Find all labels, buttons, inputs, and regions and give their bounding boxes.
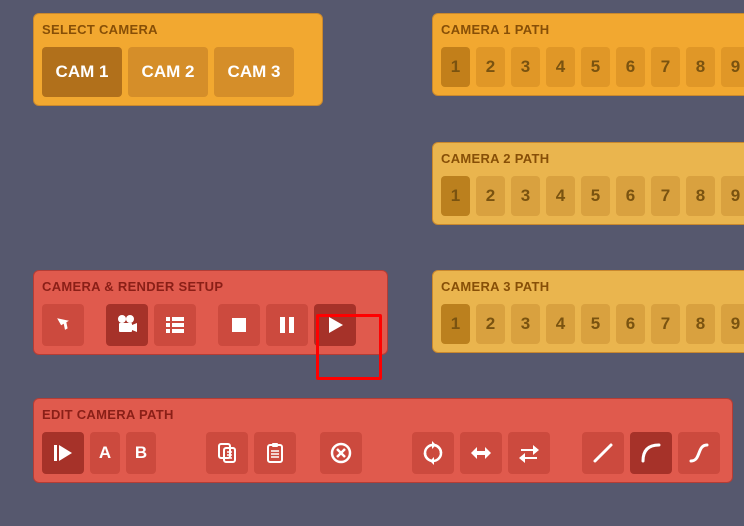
point-a-button[interactable]: A [90, 432, 120, 474]
list-icon [163, 313, 187, 337]
path1-step-3[interactable]: 3 [511, 47, 540, 87]
path2-step-1[interactable]: 1 [441, 176, 470, 216]
camera-button-row: CAM 1 CAM 2 CAM 3 [42, 47, 314, 97]
play-from-icon [51, 441, 75, 465]
s-curve-icon [687, 441, 711, 465]
play-from-button[interactable] [42, 432, 84, 474]
copy-icon [215, 441, 239, 465]
pause-icon [275, 313, 299, 337]
horizontal-move-button[interactable] [460, 432, 502, 474]
copy-button[interactable] [206, 432, 248, 474]
path3-step-8[interactable]: 8 [686, 304, 715, 344]
camera-3-path-panel: CAMERA 3 PATH 1 2 3 4 5 6 7 8 9 [432, 270, 744, 353]
curve-icon [639, 441, 663, 465]
path2-step-7[interactable]: 7 [651, 176, 680, 216]
camera-1-path-title: CAMERA 1 PATH [441, 22, 744, 37]
camera-1-path-row: 1 2 3 4 5 6 7 8 9 [441, 47, 744, 87]
close-circle-icon [329, 441, 353, 465]
linear-button[interactable] [582, 432, 624, 474]
path2-step-8[interactable]: 8 [686, 176, 715, 216]
play-button[interactable] [314, 304, 356, 346]
camera-2-path-panel: CAMERA 2 PATH 1 2 3 4 5 6 7 8 9 [432, 142, 744, 225]
path3-step-9[interactable]: 9 [721, 304, 744, 344]
path2-step-2[interactable]: 2 [476, 176, 505, 216]
list-button[interactable] [154, 304, 196, 346]
path3-step-4[interactable]: 4 [546, 304, 575, 344]
camera-render-setup-panel: CAMERA & RENDER SETUP [33, 270, 388, 355]
paste-button[interactable] [254, 432, 296, 474]
delete-button[interactable] [320, 432, 362, 474]
edit-camera-path-panel: EDIT CAMERA PATH A B [33, 398, 733, 483]
point-b-button[interactable]: B [126, 432, 156, 474]
path1-step-7[interactable]: 7 [651, 47, 680, 87]
line-icon [591, 441, 615, 465]
pause-button[interactable] [266, 304, 308, 346]
path3-step-3[interactable]: 3 [511, 304, 540, 344]
camera-2-path-row: 1 2 3 4 5 6 7 8 9 [441, 176, 744, 216]
camera-1-path-panel: CAMERA 1 PATH 1 2 3 4 5 6 7 8 9 [432, 13, 744, 96]
camera-3-path-row: 1 2 3 4 5 6 7 8 9 [441, 304, 744, 344]
select-camera-title: SELECT CAMERA [42, 22, 314, 37]
path2-step-9[interactable]: 9 [721, 176, 744, 216]
cam-2-button[interactable]: CAM 2 [128, 47, 208, 97]
path1-step-5[interactable]: 5 [581, 47, 610, 87]
path2-step-5[interactable]: 5 [581, 176, 610, 216]
path3-step-1[interactable]: 1 [441, 304, 470, 344]
path1-step-1[interactable]: 1 [441, 47, 470, 87]
camera-2-path-title: CAMERA 2 PATH [441, 151, 744, 166]
clipboard-icon [263, 441, 287, 465]
path2-step-6[interactable]: 6 [616, 176, 645, 216]
arrows-horizontal-icon [469, 441, 493, 465]
path3-step-5[interactable]: 5 [581, 304, 610, 344]
a-label: A [99, 443, 111, 463]
edit-path-row: A B [42, 432, 724, 474]
b-label: B [135, 443, 147, 463]
cam-3-button[interactable]: CAM 3 [214, 47, 294, 97]
camera-3-path-title: CAMERA 3 PATH [441, 279, 744, 294]
path1-step-4[interactable]: 4 [546, 47, 575, 87]
path1-step-2[interactable]: 2 [476, 47, 505, 87]
path1-step-6[interactable]: 6 [616, 47, 645, 87]
path3-step-2[interactable]: 2 [476, 304, 505, 344]
path2-step-3[interactable]: 3 [511, 176, 540, 216]
swap-button[interactable] [508, 432, 550, 474]
select-camera-panel: SELECT CAMERA CAM 1 CAM 2 CAM 3 [33, 13, 323, 106]
path3-step-6[interactable]: 6 [616, 304, 645, 344]
path1-step-9[interactable]: 9 [721, 47, 744, 87]
render-setup-row [42, 304, 379, 346]
stop-button[interactable] [218, 304, 260, 346]
edit-path-title: EDIT CAMERA PATH [42, 407, 724, 422]
path3-step-7[interactable]: 7 [651, 304, 680, 344]
swap-icon [517, 441, 541, 465]
path1-step-8[interactable]: 8 [686, 47, 715, 87]
film-camera-icon [115, 313, 139, 337]
loop-icon [421, 441, 445, 465]
mouse-button[interactable] [42, 304, 84, 346]
play-icon [323, 313, 347, 337]
path2-step-4[interactable]: 4 [546, 176, 575, 216]
render-setup-title: CAMERA & RENDER SETUP [42, 279, 379, 294]
mouse-icon [51, 313, 75, 337]
camera-button[interactable] [106, 304, 148, 346]
loop-button[interactable] [412, 432, 454, 474]
curve-button[interactable] [630, 432, 672, 474]
cam-1-button[interactable]: CAM 1 [42, 47, 122, 97]
s-curve-button[interactable] [678, 432, 720, 474]
stop-icon [227, 313, 251, 337]
